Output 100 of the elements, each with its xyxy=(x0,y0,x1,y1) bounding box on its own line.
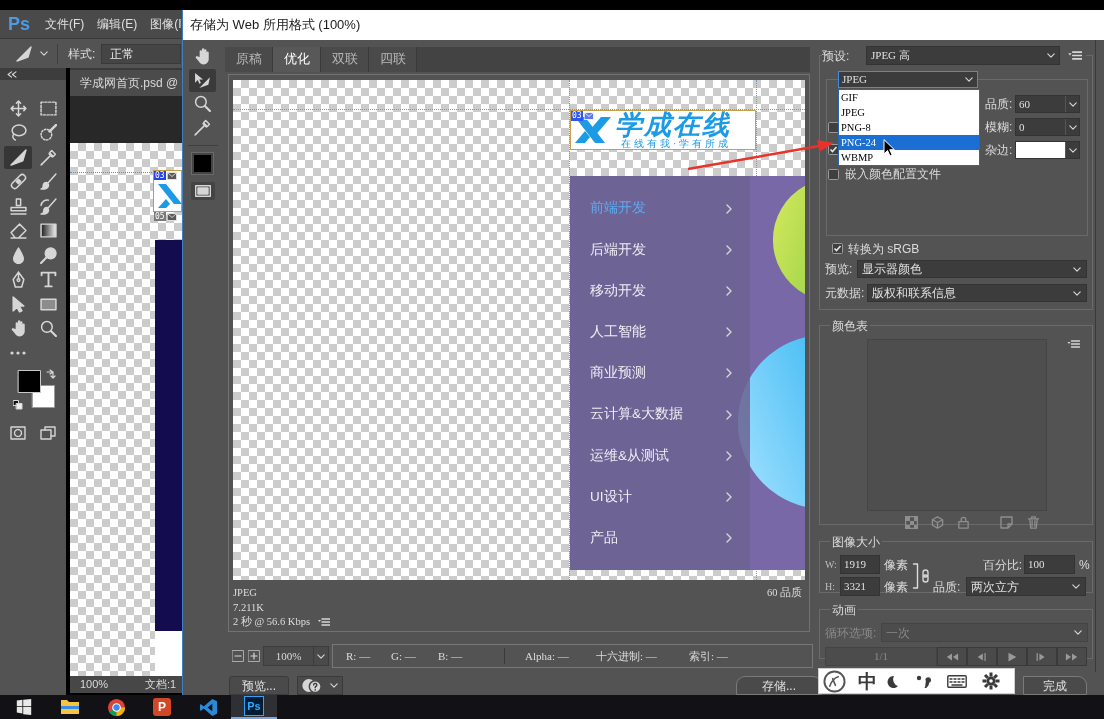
caret-icon xyxy=(330,683,338,688)
metadata-dropdown[interactable]: 版权和联系信息 xyxy=(867,284,1087,302)
collapse-icon[interactable] xyxy=(7,70,17,78)
caret-icon[interactable] xyxy=(40,51,48,56)
menu-item[interactable]: 云计算&大数据 xyxy=(570,393,750,436)
menu-item[interactable]: 商业预测 xyxy=(570,352,750,394)
panel-menu-icon[interactable] xyxy=(1068,51,1082,60)
menu-item[interactable]: 人工智能 xyxy=(570,311,750,353)
chevron-icon xyxy=(726,533,732,544)
panel-menu-icon[interactable] xyxy=(317,618,330,627)
menu-item[interactable]: 编辑(E) xyxy=(97,15,138,33)
pen-nib-icon xyxy=(9,271,27,289)
keyboard-icon[interactable] xyxy=(947,674,967,688)
logo-fragment-drawing xyxy=(158,184,182,208)
percent-unit: % xyxy=(1079,557,1088,572)
moon-icon[interactable] xyxy=(886,674,898,688)
height-label: H: xyxy=(825,580,836,594)
settings-icon[interactable] xyxy=(982,672,1000,690)
next-frame-button[interactable] xyxy=(1027,647,1057,666)
matte-dropdown[interactable] xyxy=(1015,141,1080,159)
zoom-out-button[interactable] xyxy=(232,650,244,662)
save-button[interactable]: 存储... xyxy=(736,676,822,695)
browser-dropdown[interactable] xyxy=(297,676,343,695)
menu-item[interactable]: 文件(F) xyxy=(45,15,85,33)
rewind-icon xyxy=(945,651,959,662)
chevron-icon xyxy=(726,368,732,379)
menu-item[interactable]: 后端开发 xyxy=(570,229,750,271)
pixel-readout: R: — xyxy=(346,648,372,664)
matte-color-swatch xyxy=(1016,142,1065,158)
checkbox[interactable] xyxy=(828,168,839,180)
checkbox-label: 嵌入颜色配置文件 xyxy=(845,167,941,181)
style-dropdown[interactable]: 正常 xyxy=(101,43,182,64)
menu-item[interactable]: UI设计 xyxy=(570,476,750,518)
pixel-readout: B: — xyxy=(438,648,464,664)
tool-button[interactable] xyxy=(189,68,216,92)
unit-label: 像素 xyxy=(884,557,908,572)
chevron-icon xyxy=(726,203,732,214)
first-frame-button[interactable] xyxy=(937,647,967,666)
window-title: 存储为 Web 所用格式 (100%) xyxy=(190,16,361,35)
taskbar-button[interactable]: P xyxy=(139,695,185,719)
caret-icon xyxy=(1068,147,1077,153)
play-button[interactable] xyxy=(997,647,1027,666)
checkbox[interactable] xyxy=(828,122,839,133)
eraser-icon xyxy=(9,222,27,240)
ime-logo-icon[interactable] xyxy=(823,669,846,693)
quality-dropdown[interactable]: 60 xyxy=(1015,95,1080,113)
type-icon xyxy=(39,271,57,289)
tab[interactable]: 双联 xyxy=(321,47,369,72)
screen-mode-icon[interactable] xyxy=(40,425,56,440)
percent-field[interactable]: 100 xyxy=(1024,555,1075,574)
slice-number: 03 xyxy=(571,111,583,121)
resample-dropdown[interactable]: 两次立方 xyxy=(966,577,1086,596)
tab[interactable]: 四联 xyxy=(369,47,417,72)
menu-item[interactable]: 运维&从测试 xyxy=(570,435,750,477)
chevron-icon xyxy=(726,450,732,461)
zoom-icon xyxy=(39,320,57,338)
preview-button[interactable]: 预览... xyxy=(229,676,289,695)
tab[interactable]: 优化 xyxy=(273,47,321,72)
toggle-slices-button[interactable] xyxy=(190,182,215,200)
more-icon xyxy=(10,351,26,356)
menu-item[interactable]: 移动开发 xyxy=(570,270,750,312)
link-icon[interactable] xyxy=(912,562,930,589)
format-dropdown[interactable]: JPEG xyxy=(838,71,978,88)
last-frame-button[interactable] xyxy=(1057,647,1087,666)
checkbox-label: 转换为 sRGB xyxy=(848,241,920,256)
pixel-readout: Alpha: — xyxy=(525,648,570,664)
knife-icon[interactable] xyxy=(16,45,32,62)
app-logo: P xyxy=(153,698,171,716)
dropdown-option[interactable]: PNG-24 xyxy=(839,135,979,150)
preset-dropdown[interactable]: JPEG 高 xyxy=(866,46,1060,65)
app-logo: Ps xyxy=(244,696,264,716)
width-field[interactable]: 1919 xyxy=(840,555,880,574)
checkbox[interactable] xyxy=(832,243,843,254)
quick-mask-icon[interactable] xyxy=(10,425,26,440)
caret-icon xyxy=(317,653,325,659)
metadata-label: 元数据: xyxy=(825,286,866,300)
zoom-in-button[interactable] xyxy=(248,650,260,662)
preview-dropdown[interactable]: 显示器颜色 xyxy=(857,260,1087,278)
menu-item[interactable]: 图像(I xyxy=(150,15,182,33)
color-swatches-icon[interactable] xyxy=(13,367,56,410)
height-field[interactable]: 3321 xyxy=(840,577,880,596)
blur-dropdown[interactable]: 0 xyxy=(1015,118,1080,136)
unit-label: 像素 xyxy=(884,579,908,594)
done-button[interactable]: 完成 xyxy=(1023,676,1087,695)
input-mode[interactable]: 中 xyxy=(858,671,877,691)
taskbar-button[interactable]: Ps xyxy=(231,695,277,719)
stamp-icon xyxy=(9,197,27,215)
tab[interactable]: 原稿 xyxy=(225,47,273,72)
lasso-icon xyxy=(9,124,27,142)
color-swatch[interactable] xyxy=(192,153,213,174)
checker-icon[interactable] xyxy=(905,516,918,529)
previous-frame-button[interactable] xyxy=(967,647,997,666)
arrow-knife-icon xyxy=(194,71,211,89)
panel-menu-icon[interactable] xyxy=(1067,340,1080,348)
envelope-icon xyxy=(166,171,177,180)
tool-button[interactable] xyxy=(4,145,32,169)
punctuation-icon[interactable] xyxy=(916,674,931,688)
zoom-dropdown[interactable]: 100% xyxy=(263,646,329,666)
document-tab[interactable]: 学成网首页.psd @ xyxy=(70,70,182,96)
menu-item[interactable]: 产品 xyxy=(570,517,750,559)
